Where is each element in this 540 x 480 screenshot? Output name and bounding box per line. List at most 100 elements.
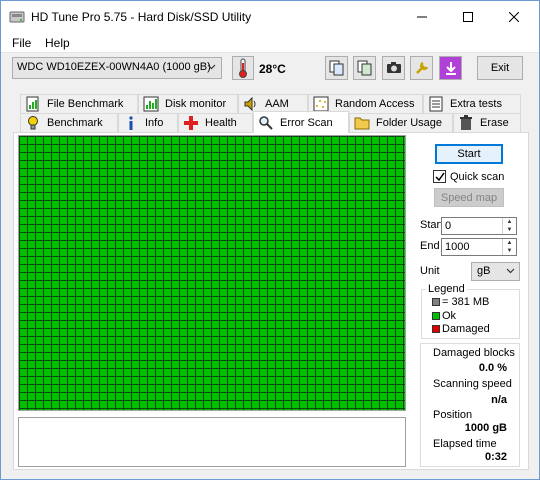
- wrench-icon: [415, 61, 428, 74]
- legend-block-size: = 381 MB: [442, 296, 490, 308]
- block-swatch: [432, 298, 440, 306]
- app-window: HD Tune Pro 5.75 - Hard Disk/SSD Utility…: [0, 0, 540, 480]
- tab-extra-tests[interactable]: Extra tests: [423, 94, 521, 113]
- maximize-icon: [463, 11, 473, 22]
- ok-swatch: [432, 312, 440, 320]
- tab-health[interactable]: Health: [178, 113, 253, 132]
- minimize-button[interactable]: [399, 1, 445, 32]
- quick-scan-checkbox[interactable]: [433, 170, 446, 183]
- tab-error-scan[interactable]: Error Scan: [253, 111, 349, 133]
- maximize-button[interactable]: [445, 1, 491, 32]
- damaged-blocks-value: 0.0 %: [478, 362, 507, 374]
- disk-monitor-icon: [143, 96, 159, 112]
- elapsed-time-label: Elapsed time: [433, 438, 497, 450]
- file-benchmark-icon: [26, 96, 39, 112]
- legend-row-ok: Ok: [432, 310, 456, 322]
- tab-label: File Benchmark: [47, 98, 124, 110]
- tab-label: Error Scan: [280, 116, 333, 129]
- exit-button-label: Exit: [490, 62, 510, 74]
- quick-scan-checkbox-row[interactable]: Quick scan: [433, 170, 504, 183]
- random-access-icon: [313, 96, 329, 112]
- tab-label: Health: [205, 117, 237, 129]
- damaged-blocks-label: Damaged blocks: [433, 347, 515, 359]
- extra-tests-icon: [429, 96, 443, 112]
- speed-map-label: Speed map: [440, 191, 498, 204]
- end-field-value: 1000: [445, 241, 470, 253]
- window-title: HD Tune Pro 5.75 - Hard Disk/SSD Utility: [31, 10, 252, 24]
- spin-down-icon[interactable]: ▼: [503, 247, 516, 255]
- tab-label: AAM: [265, 98, 289, 110]
- copy-all-button[interactable]: [353, 56, 376, 80]
- speed-map-button[interactable]: Speed map: [434, 188, 504, 207]
- scanning-speed-value: n/a: [491, 394, 507, 406]
- start-field[interactable]: 0 ▲ ▼: [441, 217, 517, 235]
- end-field[interactable]: 1000 ▲ ▼: [441, 238, 517, 256]
- position-value: 1000 gB: [464, 422, 507, 434]
- end-field-label: End: [420, 240, 440, 252]
- elapsed-time-value: 0:32: [484, 451, 507, 463]
- tab-benchmark[interactable]: Benchmark: [20, 113, 118, 132]
- copy-all-icon: [357, 60, 371, 76]
- copy-info-button[interactable]: [325, 56, 348, 80]
- info-icon: [129, 116, 133, 130]
- close-button[interactable]: [491, 1, 537, 32]
- title-bar: HD Tune Pro 5.75 - Hard Disk/SSD Utility: [1, 1, 539, 33]
- thermometer-icon: [232, 56, 254, 80]
- tab-erase[interactable]: Erase: [453, 113, 521, 132]
- end-spinner[interactable]: ▲ ▼: [502, 239, 516, 255]
- minimize-icon: [417, 16, 427, 17]
- tab-label: Folder Usage: [376, 117, 443, 129]
- legend-title: Legend: [426, 283, 467, 295]
- bulb-icon: [28, 116, 38, 130]
- scan-log-area: [18, 417, 406, 467]
- speaker-icon: [244, 96, 256, 112]
- legend-row-damaged: Damaged: [432, 323, 490, 335]
- magnifier-icon: [259, 115, 273, 130]
- save-button[interactable]: [439, 56, 462, 80]
- temperature-readout: 28°C: [259, 62, 286, 76]
- legend-row-block-size: = 381 MB: [432, 296, 489, 308]
- copy-icon: [329, 60, 343, 76]
- unit-label: Unit: [420, 265, 440, 277]
- tab-disk-monitor[interactable]: Disk monitor: [138, 94, 238, 113]
- tab-info[interactable]: Info: [118, 113, 178, 132]
- tab-label: Erase: [480, 117, 509, 129]
- error-scan-block-grid: [18, 135, 406, 411]
- start-button-label: Start: [457, 148, 481, 160]
- tab-label: Disk monitor: [165, 98, 227, 110]
- spin-up-icon[interactable]: ▲: [503, 239, 516, 247]
- unit-select[interactable]: gB: [471, 262, 520, 281]
- tab-label: Info: [145, 117, 164, 129]
- app-disk-icon: [9, 11, 25, 23]
- tab-label: Random Access: [335, 98, 415, 110]
- spin-up-icon[interactable]: ▲: [503, 218, 516, 226]
- legend-damaged: Damaged: [442, 323, 490, 335]
- menu-bar: File Help: [1, 33, 539, 53]
- chevron-down-icon: [506, 268, 515, 274]
- quick-scan-label: Quick scan: [450, 170, 505, 183]
- tab-file-benchmark[interactable]: File Benchmark: [20, 94, 138, 113]
- legend-ok: Ok: [442, 310, 457, 322]
- start-spinner[interactable]: ▲ ▼: [502, 218, 516, 234]
- checkmark-icon: [434, 172, 445, 181]
- trash-icon: [460, 115, 472, 130]
- screenshot-button[interactable]: [382, 56, 405, 80]
- exit-button[interactable]: Exit: [477, 56, 523, 80]
- unit-select-value: gB: [477, 265, 491, 277]
- camera-icon: [386, 62, 401, 73]
- options-button[interactable]: [410, 56, 433, 80]
- drive-select[interactable]: WDC WD10EZEX-00WN4A0 (1000 gB): [12, 57, 222, 79]
- menu-file[interactable]: File: [12, 36, 31, 50]
- health-cross-icon: [184, 116, 198, 130]
- start-field-label: Start: [420, 219, 444, 231]
- start-field-value: 0: [445, 220, 452, 232]
- menu-help[interactable]: Help: [45, 36, 70, 50]
- close-icon: [509, 11, 519, 22]
- folder-icon: [354, 117, 370, 130]
- scanning-speed-label: Scanning speed: [433, 378, 512, 390]
- position-label: Position: [433, 409, 473, 421]
- tab-label: Benchmark: [47, 117, 103, 129]
- spin-down-icon[interactable]: ▼: [503, 226, 516, 234]
- start-button[interactable]: Start: [435, 144, 503, 164]
- tab-folder-usage[interactable]: Folder Usage: [349, 113, 453, 132]
